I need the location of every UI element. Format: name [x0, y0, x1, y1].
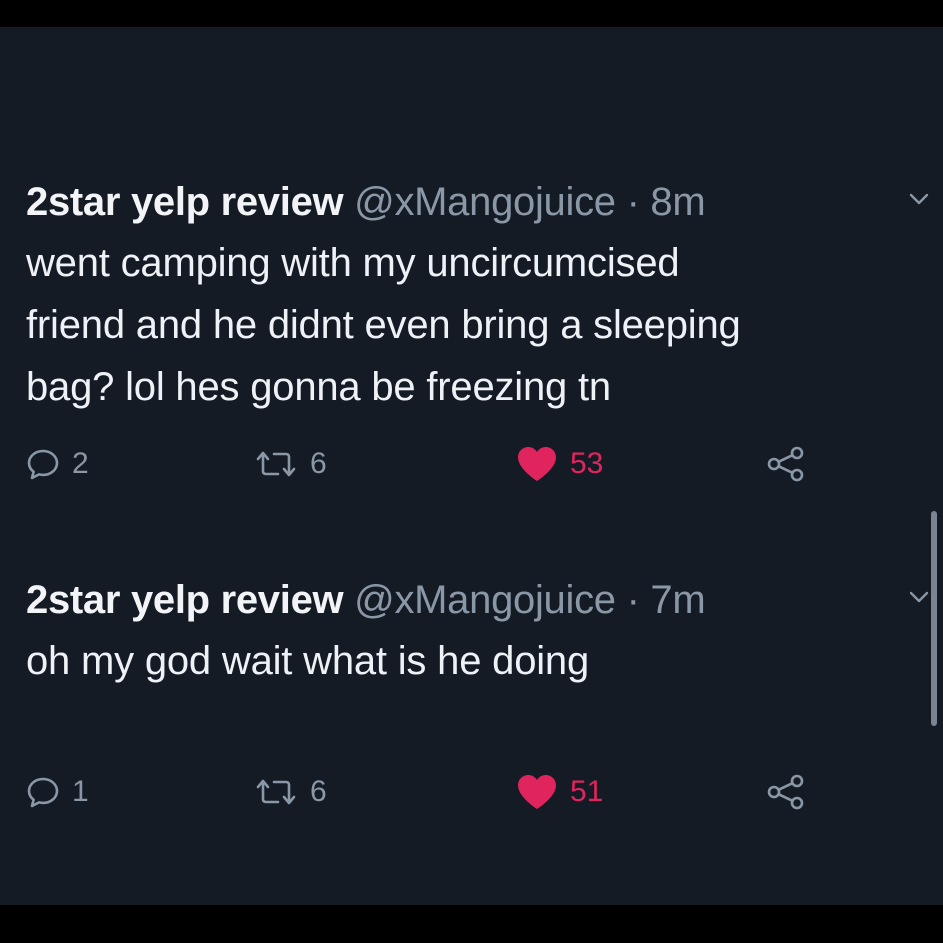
- display-name[interactable]: 2star yelp review: [26, 578, 344, 622]
- comment-bubble-icon: [27, 777, 59, 808]
- scrollbar-thumb[interactable]: [931, 511, 937, 726]
- user-handle[interactable]: @xMangojuice: [354, 578, 616, 622]
- tweet-text-line: went camping with my uncircumcised: [26, 241, 680, 285]
- comment-bubble-icon: [27, 449, 59, 480]
- retweet-icon: [256, 779, 296, 805]
- share-button[interactable]: [766, 772, 806, 812]
- display-name[interactable]: 2star yelp review: [26, 180, 344, 224]
- user-handle[interactable]: @xMangojuice: [354, 180, 616, 224]
- retweet-button[interactable]: 6: [254, 444, 327, 484]
- share-button[interactable]: [766, 444, 806, 484]
- share-icon: [767, 774, 804, 810]
- like-count: 53: [570, 447, 604, 480]
- chevron-down-icon[interactable]: [908, 188, 930, 210]
- retweet-button[interactable]: 6: [254, 772, 327, 812]
- like-button[interactable]: 51: [516, 772, 603, 812]
- separator-dot: ·: [626, 180, 640, 224]
- tweet-text-line: oh my god wait what is he doing: [26, 639, 590, 683]
- tweet[interactable]: 2star yelp review @xMangojuice · 8m went…: [26, 174, 929, 482]
- retweet-count: 6: [310, 447, 327, 480]
- heart-icon: [518, 447, 556, 481]
- chevron-down-icon[interactable]: [908, 586, 930, 608]
- tweet-text: went camping with my uncircumcised frien…: [26, 232, 926, 418]
- retweet-icon: [256, 451, 296, 477]
- like-button[interactable]: 53: [516, 444, 603, 484]
- tweet[interactable]: 2star yelp review @xMangojuice · 7m oh m…: [26, 572, 929, 810]
- tweet-actions: 2 6 53: [26, 444, 826, 484]
- reply-count: 2: [72, 447, 89, 480]
- screenshot-frame: 2star yelp review @xMangojuice · 8m went…: [0, 0, 943, 943]
- tweet-actions: 1 6 51: [26, 772, 826, 812]
- timestamp[interactable]: 7m: [650, 578, 705, 622]
- tweet-text-line: friend and he didnt even bring a sleepin…: [26, 303, 741, 347]
- reply-count: 1: [72, 775, 89, 808]
- reply-button[interactable]: 2: [26, 444, 89, 484]
- retweet-count: 6: [310, 775, 327, 808]
- tweet-text-line: bag? lol hes gonna be freezing tn: [26, 365, 611, 409]
- like-count: 51: [570, 775, 604, 808]
- timestamp[interactable]: 8m: [650, 180, 705, 224]
- heart-icon: [518, 775, 556, 809]
- reply-button[interactable]: 1: [26, 772, 89, 812]
- share-icon: [767, 446, 804, 482]
- tweet-text: oh my god wait what is he doing: [26, 630, 926, 692]
- timeline: 2star yelp review @xMangojuice · 8m went…: [0, 27, 943, 905]
- separator-dot: ·: [626, 578, 640, 622]
- tweet-header: 2star yelp review @xMangojuice · 7m: [26, 572, 926, 628]
- tweet-header: 2star yelp review @xMangojuice · 8m: [26, 174, 926, 230]
